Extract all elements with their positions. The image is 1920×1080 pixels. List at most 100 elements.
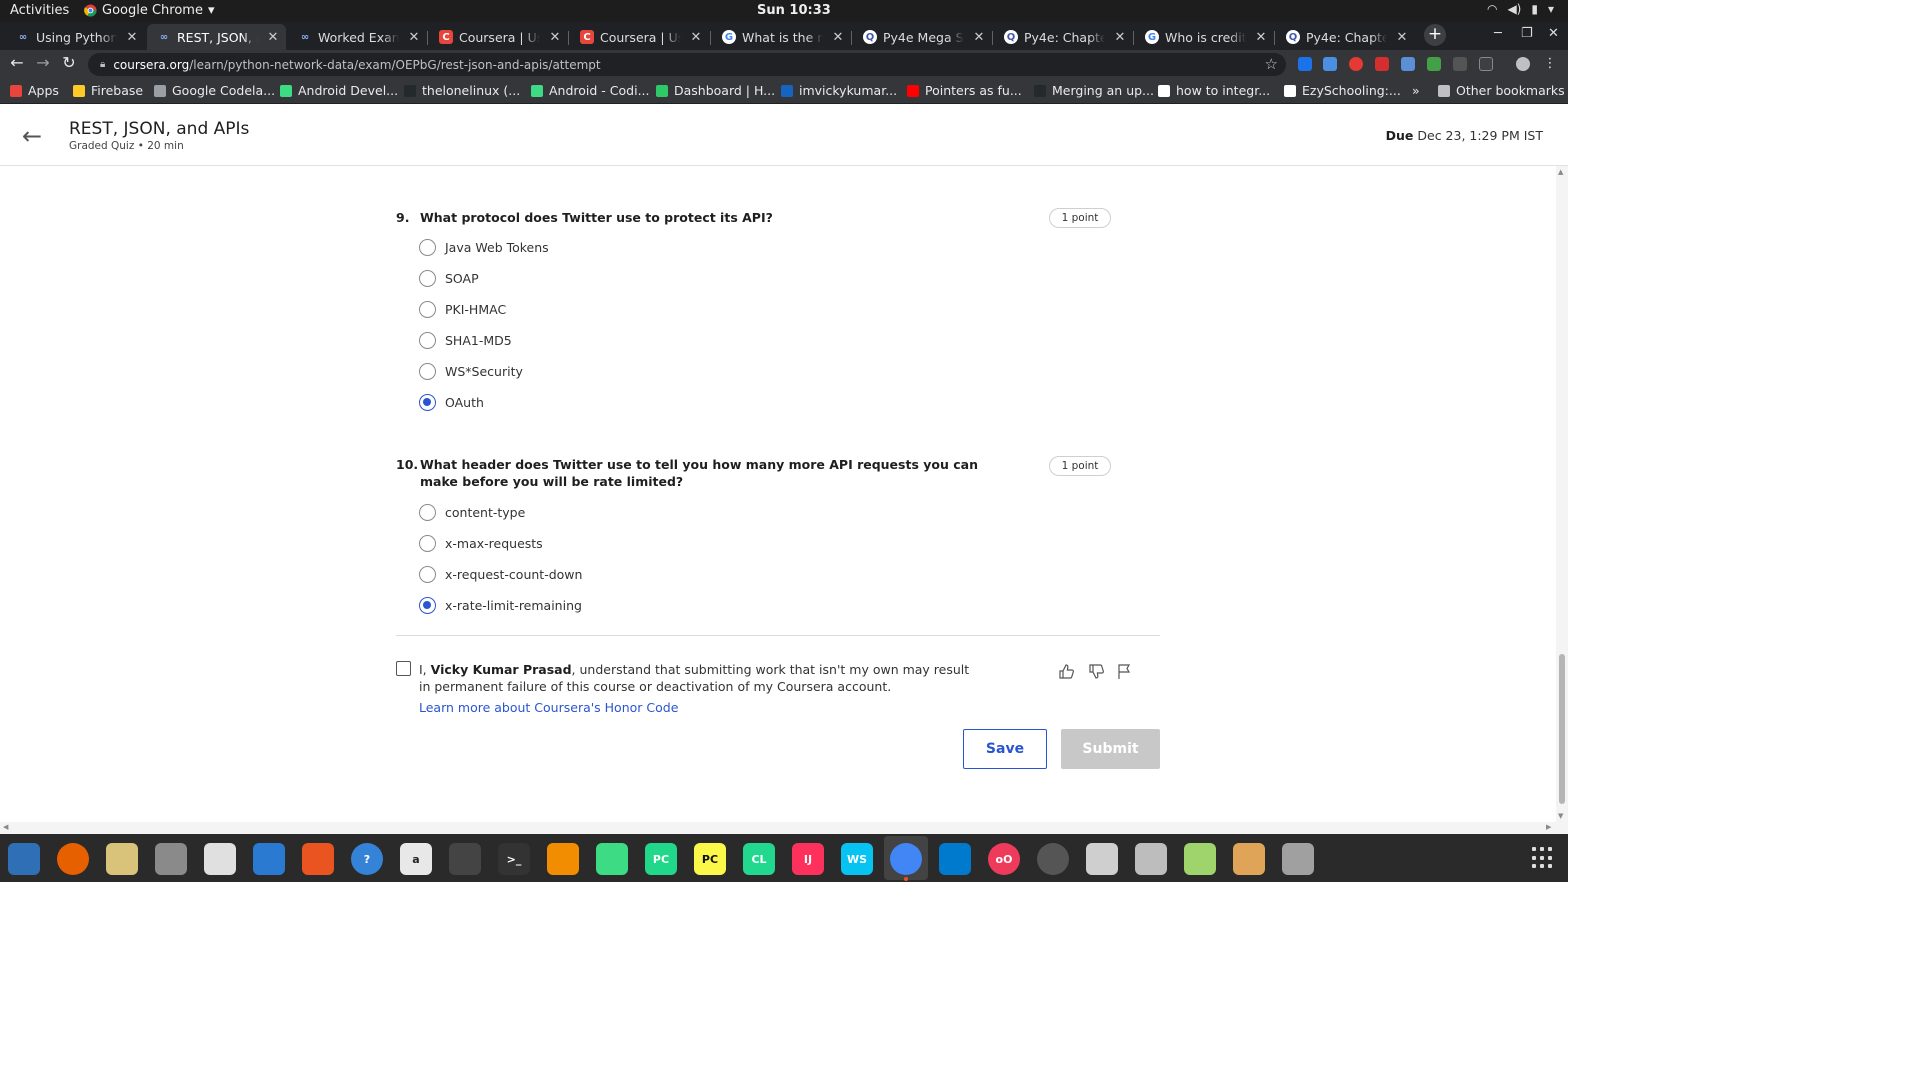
scroll-left-arrow-icon[interactable]: ◀ xyxy=(3,823,8,831)
close-tab-icon[interactable]: ✕ xyxy=(1111,30,1129,45)
browser-tab[interactable]: ∞ REST, JSON, and ✕ xyxy=(147,24,286,50)
honor-code-checkbox[interactable] xyxy=(396,661,411,676)
close-tab-icon[interactable]: ✕ xyxy=(1393,30,1411,45)
app-menu[interactable]: Google Chrome ▾ xyxy=(84,3,215,18)
extension-puzzle-icon[interactable] xyxy=(1323,57,1337,71)
radio-button[interactable] xyxy=(419,504,436,521)
extension-icon[interactable] xyxy=(1349,57,1363,71)
address-bar[interactable]: 🔒︎ coursera.org/learn/python-network-dat… xyxy=(88,53,1286,76)
color-picker-icon[interactable] xyxy=(1037,843,1069,875)
extension-icon[interactable] xyxy=(1453,57,1467,71)
bookmark-item[interactable]: Merging an up... xyxy=(1034,83,1154,98)
intellij-icon[interactable]: IJ xyxy=(792,843,824,875)
bookmark-star-icon[interactable]: ☆ xyxy=(1265,55,1278,73)
text-editor-icon[interactable] xyxy=(204,843,236,875)
bookmark-item[interactable]: EzySchooling:... xyxy=(1284,83,1401,98)
browser-tab[interactable]: Q Py4e: Chapter 1 ✕ xyxy=(994,24,1133,50)
pycharm-icon[interactable]: PC xyxy=(645,843,677,875)
answer-option[interactable]: OAuth xyxy=(419,394,484,411)
vertical-scrollbar[interactable]: ▲ ▼ xyxy=(1556,166,1568,822)
honor-code-link[interactable]: Learn more about Coursera's Honor Code xyxy=(419,700,678,715)
firefox-icon[interactable] xyxy=(57,843,89,875)
bookmark-item[interactable]: Firebase xyxy=(73,83,143,98)
answer-option[interactable]: Java Web Tokens xyxy=(419,239,549,256)
bookmark-item[interactable]: how to integr... xyxy=(1158,83,1270,98)
radio-button[interactable] xyxy=(419,332,436,349)
scroll-right-arrow-icon[interactable]: ▶ xyxy=(1546,823,1551,831)
radio-button[interactable] xyxy=(419,597,436,614)
reload-icon[interactable]: ↻ xyxy=(58,53,80,72)
browser-tab[interactable]: Q Py4e Mega Set F ✕ xyxy=(853,24,992,50)
bookmark-item[interactable]: Google Codela... xyxy=(154,83,275,98)
extension-icon[interactable] xyxy=(1298,57,1312,71)
browser-tab[interactable]: G Who is credited ✕ xyxy=(1135,24,1274,50)
other-bookmarks-folder[interactable]: Other bookmarks xyxy=(1438,83,1565,98)
kebab-menu-icon[interactable]: ⋮ xyxy=(1539,56,1561,71)
new-tab-button[interactable]: + xyxy=(1424,24,1446,46)
extension-icon[interactable] xyxy=(1401,57,1415,71)
pycharm-pro-icon[interactable]: PC xyxy=(694,843,726,875)
activities-button[interactable]: Activities xyxy=(10,3,69,18)
browser-tab[interactable]: ∞ Worked Exampl ✕ xyxy=(288,24,427,50)
minimize-icon[interactable]: ─ xyxy=(1494,26,1502,41)
vscode-icon[interactable] xyxy=(939,843,971,875)
back-arrow-icon[interactable]: ← xyxy=(22,122,42,150)
browser-tab[interactable]: ∞ Using Python to ✕ xyxy=(6,24,145,50)
back-arrow-icon[interactable]: ← xyxy=(6,53,28,72)
radio-button[interactable] xyxy=(419,301,436,318)
close-tab-icon[interactable]: ✕ xyxy=(123,30,141,45)
save-button[interactable]: Save xyxy=(963,729,1047,769)
radio-button[interactable] xyxy=(419,394,436,411)
submit-button[interactable]: Submit xyxy=(1061,729,1160,769)
browser-tab[interactable]: C Coursera | Using ✕ xyxy=(429,24,568,50)
bookmark-item[interactable]: Dashboard | H... xyxy=(656,83,775,98)
answer-option[interactable]: SHA1-MD5 xyxy=(419,332,512,349)
screencast-icon[interactable]: oO xyxy=(988,843,1020,875)
scroll-up-arrow-icon[interactable]: ▲ xyxy=(1558,168,1563,176)
webstorm-icon[interactable]: WS xyxy=(841,843,873,875)
close-tab-icon[interactable]: ✕ xyxy=(405,30,423,45)
bookmark-item[interactable]: thelonelinux (... xyxy=(404,83,520,98)
answer-option[interactable]: x-rate-limit-remaining xyxy=(419,597,582,614)
bookmark-item[interactable]: Apps xyxy=(10,83,59,98)
printer-icon[interactable] xyxy=(1086,843,1118,875)
bookmark-item[interactable]: Pointers as fu... xyxy=(907,83,1022,98)
chrome-icon[interactable] xyxy=(890,843,922,881)
answer-option[interactable]: x-max-requests xyxy=(419,535,543,552)
help-icon[interactable]: ? xyxy=(351,843,383,875)
close-tab-icon[interactable]: ✕ xyxy=(687,30,705,45)
rhythmbox-icon[interactable] xyxy=(106,843,138,875)
radio-button[interactable] xyxy=(419,363,436,380)
browser-tab[interactable]: Q Py4e: Chapter 1 ✕ xyxy=(1276,24,1415,50)
radio-button[interactable] xyxy=(419,535,436,552)
android-studio-icon[interactable] xyxy=(596,843,628,875)
clion-icon[interactable]: CL xyxy=(743,843,775,875)
radio-button[interactable] xyxy=(419,239,436,256)
restore-icon[interactable]: ❐ xyxy=(1521,26,1533,41)
bookmark-item[interactable]: imvickykumar... xyxy=(781,83,897,98)
show-applications-icon[interactable] xyxy=(1532,847,1554,869)
video-editor-icon[interactable] xyxy=(449,843,481,875)
answer-option[interactable]: PKI-HMAC xyxy=(419,301,506,318)
thumbs-up-icon[interactable] xyxy=(1058,663,1075,684)
webcam-icon[interactable] xyxy=(1282,843,1314,875)
vlc-icon[interactable] xyxy=(547,843,579,875)
thunderbird-icon[interactable] xyxy=(8,843,40,875)
libreoffice-writer-icon[interactable] xyxy=(253,843,285,875)
scrollbar-thumb[interactable] xyxy=(1559,654,1565,804)
image-viewer-icon[interactable] xyxy=(1184,843,1216,875)
horizontal-scrollbar[interactable]: ◀ ▶ xyxy=(0,822,1568,834)
browser-tab[interactable]: C Coursera | Using ✕ xyxy=(570,24,709,50)
answer-option[interactable]: WS*Security xyxy=(419,363,523,380)
extension-icon[interactable] xyxy=(1479,57,1493,71)
scanner-icon[interactable] xyxy=(1135,843,1167,875)
close-tab-icon[interactable]: ✕ xyxy=(970,30,988,45)
close-tab-icon[interactable]: ✕ xyxy=(829,30,847,45)
forward-arrow-icon[interactable]: → xyxy=(32,53,54,72)
answer-option[interactable]: content-type xyxy=(419,504,525,521)
amazon-icon[interactable]: a xyxy=(400,843,432,875)
terminal-icon[interactable]: >_ xyxy=(498,843,530,875)
close-tab-icon[interactable]: ✕ xyxy=(264,30,282,45)
bookmark-item[interactable]: Android - Codi... xyxy=(531,83,650,98)
files-icon[interactable] xyxy=(155,843,187,875)
